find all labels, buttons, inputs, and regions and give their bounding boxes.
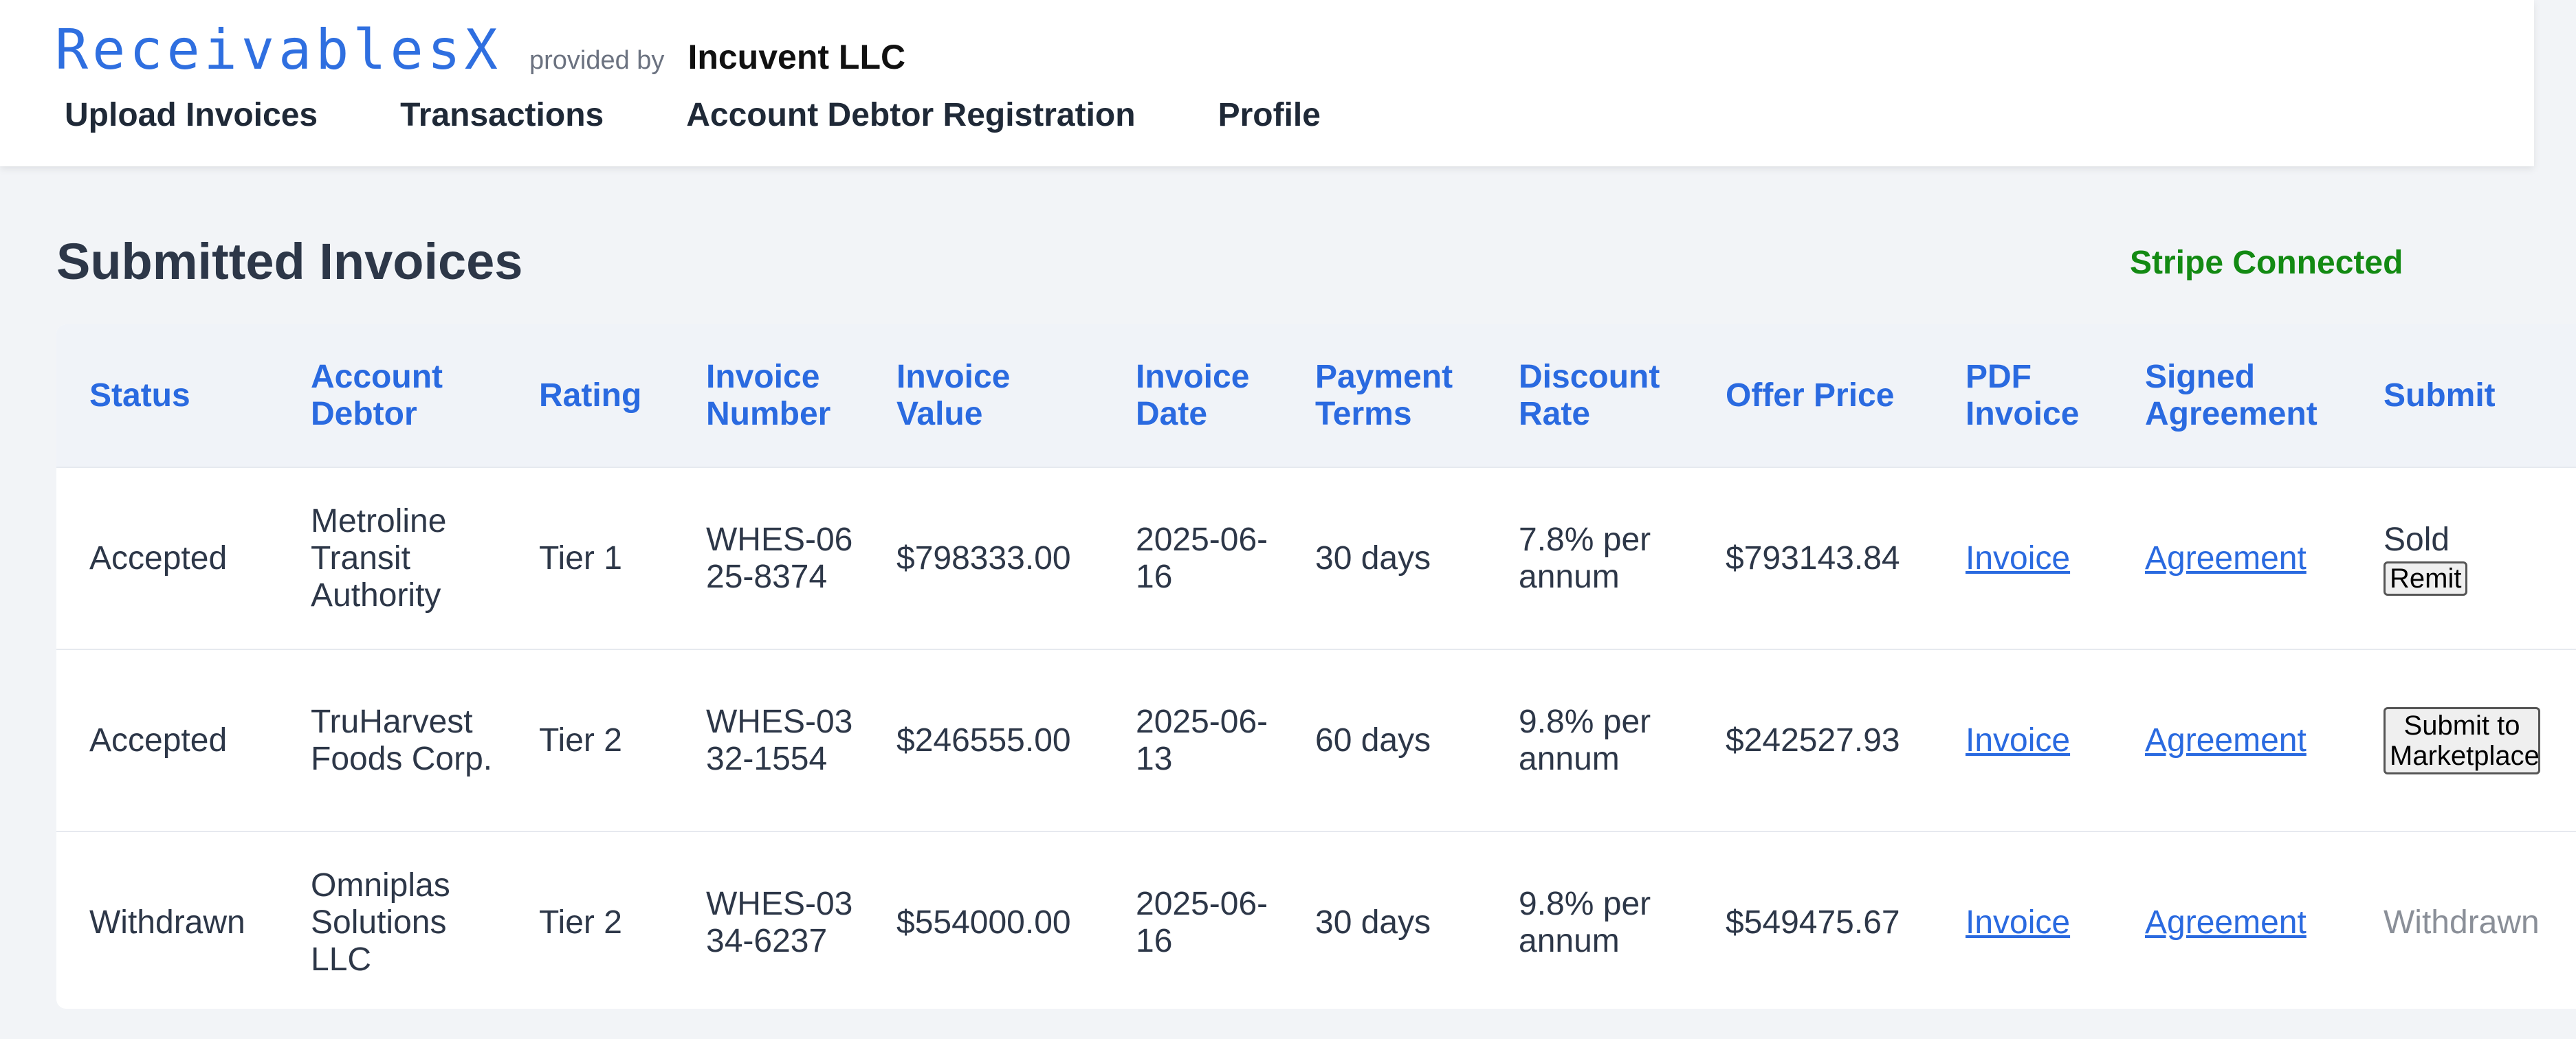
cell-invoice-date: 2025-06-16 (1103, 831, 1282, 1009)
agreement-link[interactable]: Agreement (2145, 722, 2307, 759)
cell-pdf-invoice: Invoice (1933, 831, 2112, 1009)
cell-discount-rate: 9.8% per annum (1486, 831, 1693, 1009)
nav-account-debtor-registration[interactable]: Account Debtor Registration (686, 96, 1135, 134)
cell-rating: Tier 1 (506, 467, 673, 649)
top-header: ReceivablesX provided by Incuvent LLC Up… (0, 0, 2534, 166)
header-row: Status Account Debtor Rating Invoice Num… (56, 324, 2576, 467)
table-row: Accepted TruHarvest Foods Corp. Tier 2 W… (56, 649, 2576, 831)
main-nav: Upload Invoices Transactions Account Deb… (65, 96, 1403, 134)
agreement-link[interactable]: Agreement (2145, 540, 2307, 577)
invoice-link[interactable]: Invoice (1966, 904, 2070, 941)
cell-invoice-date: 2025-06-13 (1103, 649, 1282, 831)
provided-by-label: provided by (529, 46, 665, 75)
cell-invoice-value: $554000.00 (863, 831, 1103, 1009)
remit-button[interactable]: Remit (2384, 561, 2468, 596)
cell-rating: Tier 2 (506, 831, 673, 1009)
app-logo[interactable]: ReceivablesX (55, 18, 502, 82)
cell-invoice-value: $798333.00 (863, 467, 1103, 649)
agreement-link[interactable]: Agreement (2145, 904, 2307, 941)
invoices-table: Status Account Debtor Rating Invoice Num… (56, 324, 2576, 1009)
cell-discount-rate: 7.8% per annum (1486, 467, 1693, 649)
nav-transactions[interactable]: Transactions (400, 96, 604, 134)
cell-pdf-invoice: Invoice (1933, 649, 2112, 831)
col-invoice-value: Invoice Value (863, 324, 1103, 467)
withdrawn-label: Withdrawn (2384, 904, 2540, 941)
invoice-link[interactable]: Invoice (1966, 540, 2070, 577)
cell-invoice-number: WHES-0334-6237 (673, 831, 863, 1009)
cell-signed-agreement: Agreement (2112, 649, 2351, 831)
invoice-link[interactable]: Invoice (1966, 722, 2070, 759)
cell-signed-agreement: Agreement (2112, 467, 2351, 649)
cell-payment-terms: 30 days (1282, 831, 1486, 1009)
cell-submit: Submit to Marketplace (2351, 649, 2576, 831)
cell-invoice-value: $246555.00 (863, 649, 1103, 831)
cell-payment-terms: 30 days (1282, 467, 1486, 649)
cell-offer-price: $549475.67 (1693, 831, 1933, 1009)
cell-signed-agreement: Agreement (2112, 831, 2351, 1009)
col-payment-terms: Payment Terms (1282, 324, 1486, 467)
cell-status: Accepted (56, 467, 278, 649)
cell-account-debtor: TruHarvest Foods Corp. (278, 649, 506, 831)
nav-profile[interactable]: Profile (1218, 96, 1321, 134)
invoices-table-card: Status Account Debtor Rating Invoice Num… (56, 324, 2576, 1009)
cell-offer-price: $242527.93 (1693, 649, 1933, 831)
table-row: Accepted Metroline Transit Authority Tie… (56, 467, 2576, 649)
cell-pdf-invoice: Invoice (1933, 467, 2112, 649)
cell-offer-price: $793143.84 (1693, 467, 1933, 649)
cell-invoice-number: WHES-0332-1554 (673, 649, 863, 831)
col-pdf-invoice: PDF Invoice (1933, 324, 2112, 467)
cell-account-debtor: Metroline Transit Authority (278, 467, 506, 649)
cell-status: Withdrawn (56, 831, 278, 1009)
table-header: Status Account Debtor Rating Invoice Num… (56, 324, 2576, 467)
col-rating: Rating (506, 324, 673, 467)
table-row: Withdrawn Omniplas Solutions LLC Tier 2 … (56, 831, 2576, 1009)
sold-label: Sold (2384, 521, 2450, 558)
company-name: Incuvent LLC (687, 38, 906, 76)
col-submit: Submit (2351, 324, 2576, 467)
table-body: Accepted Metroline Transit Authority Tie… (56, 467, 2576, 1009)
col-invoice-number: Invoice Number (673, 324, 863, 467)
nav-upload-invoices[interactable]: Upload Invoices (65, 96, 318, 134)
page-title: Submitted Invoices (56, 233, 523, 290)
cell-account-debtor: Omniplas Solutions LLC (278, 831, 506, 1009)
col-account-debtor: Account Debtor (278, 324, 506, 467)
cell-payment-terms: 60 days (1282, 649, 1486, 831)
cell-rating: Tier 2 (506, 649, 673, 831)
stripe-status: Stripe Connected (2130, 245, 2403, 281)
cell-discount-rate: 9.8% per annum (1486, 649, 1693, 831)
col-signed-agreement: Signed Agreement (2112, 324, 2351, 467)
col-invoice-date: Invoice Date (1103, 324, 1282, 467)
col-status: Status (56, 324, 278, 467)
brand-row: ReceivablesX provided by Incuvent LLC (55, 18, 905, 82)
cell-invoice-date: 2025-06-16 (1103, 467, 1282, 649)
col-offer-price: Offer Price (1693, 324, 1933, 467)
col-discount-rate: Discount Rate (1486, 324, 1693, 467)
cell-submit: Sold Remit (2351, 467, 2576, 649)
cell-invoice-number: WHES-0625-8374 (673, 467, 863, 649)
cell-status: Accepted (56, 649, 278, 831)
cell-submit: Withdrawn (2351, 831, 2576, 1009)
submit-to-marketplace-button[interactable]: Submit to Marketplace (2384, 706, 2540, 774)
